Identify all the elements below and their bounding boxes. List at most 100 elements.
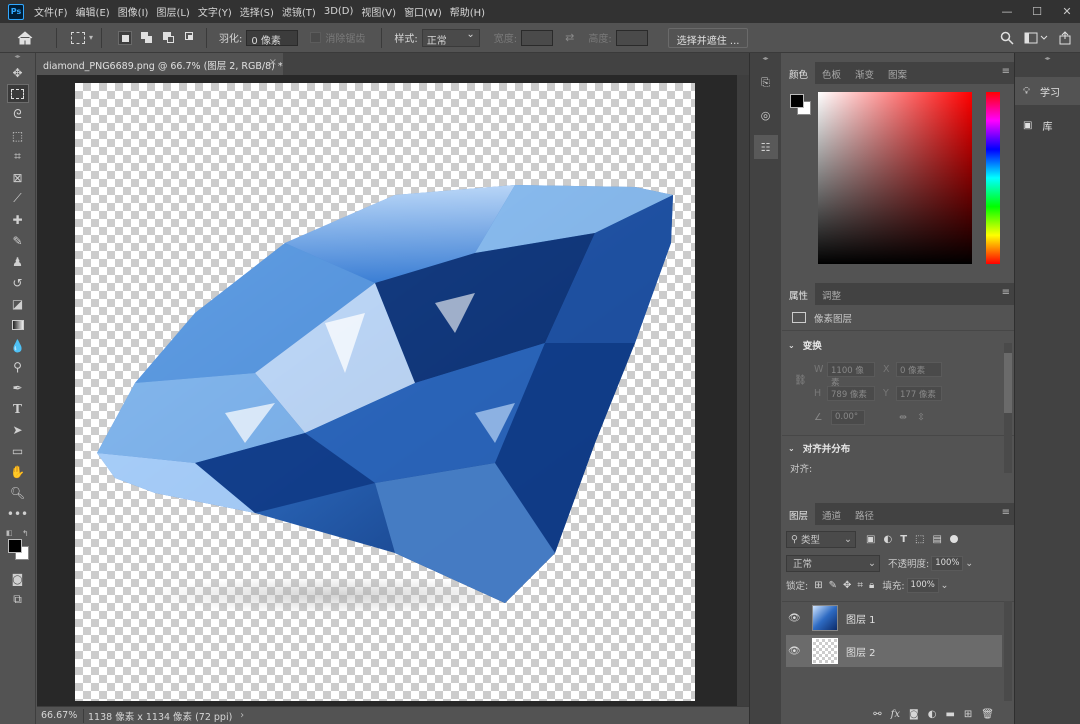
layer-name[interactable]: 图层 1 <box>846 611 876 626</box>
menu-layer[interactable]: 图层(L) <box>152 4 193 19</box>
feather-input[interactable]: 0 像素 <box>246 29 299 47</box>
tab-gradients[interactable]: 渐变 <box>848 62 881 84</box>
clone-stamp-tool-icon[interactable]: ♟ <box>7 252 29 271</box>
eye-icon[interactable]: 👁︎ <box>788 646 802 657</box>
antialias-checkbox[interactable] <box>310 32 322 43</box>
minimize-button[interactable]: — <box>1000 5 1014 19</box>
eye-icon[interactable]: 👁︎ <box>788 613 802 624</box>
rectangle-tool-icon[interactable]: ▭ <box>7 441 29 460</box>
menu-file[interactable]: 文件(F) <box>30 4 72 19</box>
panel-grip[interactable]: ◂▸ <box>0 53 35 61</box>
lock-all-icon[interactable]: 🔒︎ <box>869 580 874 591</box>
foreground-color-swatch[interactable] <box>8 539 22 553</box>
scrollbar-thumb[interactable] <box>1004 353 1012 413</box>
add-selection-icon[interactable] <box>140 31 154 45</box>
path-select-tool-icon[interactable]: ➤ <box>7 420 29 439</box>
zoom-level[interactable]: 66.67% <box>41 710 83 721</box>
menu-3d[interactable]: 3D(D) <box>320 6 358 17</box>
libraries-panel-button[interactable]: ▣ 库 <box>1015 111 1080 139</box>
screen-mode-icon[interactable]: ⧉ <box>7 590 29 609</box>
workspace-switcher-icon[interactable] <box>1024 31 1048 45</box>
panel-grip[interactable]: ◂▸ <box>1015 55 1080 63</box>
object-select-tool-icon[interactable]: ⬚ <box>7 126 29 145</box>
healing-brush-tool-icon[interactable]: ✚ <box>7 210 29 229</box>
flip-horizontal-icon[interactable]: ⇹ <box>899 412 907 423</box>
tab-adjustments[interactable]: 调整 <box>815 283 848 305</box>
chevron-down-icon[interactable]: ⌄ <box>788 444 795 453</box>
canvas-workspace[interactable] <box>37 75 749 706</box>
new-selection-icon[interactable] <box>118 30 133 45</box>
angle-field[interactable]: 0.00° <box>831 409 865 425</box>
search-icon[interactable] <box>1000 31 1014 45</box>
flip-vertical-icon[interactable]: ⇳ <box>917 412 925 423</box>
learn-panel-button[interactable]: 💡︎ 学习 <box>1015 77 1080 105</box>
menu-help[interactable]: 帮助(H) <box>446 4 489 19</box>
opacity-input[interactable]: 100% <box>931 555 964 571</box>
maximize-button[interactable]: ☐ <box>1030 5 1044 19</box>
history-brush-tool-icon[interactable]: ↺ <box>7 273 29 292</box>
menu-filter[interactable]: 滤镜(T) <box>278 4 320 19</box>
filter-smart-object-icon[interactable]: ▤ <box>932 534 941 545</box>
y-field[interactable]: 177 像素 <box>896 385 942 401</box>
layer-filter-select[interactable]: ⚲ 类型 ⌄ <box>786 530 856 548</box>
navigator-panel-icon[interactable]: ◎ <box>754 103 778 127</box>
panel-foreground-swatch[interactable] <box>790 94 804 108</box>
tab-layers[interactable]: 图层 <box>782 503 816 525</box>
menu-select[interactable]: 选择(S) <box>236 4 278 19</box>
menu-view[interactable]: 视图(V) <box>357 4 400 19</box>
swap-colors-icon[interactable]: ↰ <box>22 529 29 538</box>
layer-name[interactable]: 图层 2 <box>846 644 876 659</box>
saturation-brightness-field[interactable] <box>818 92 972 264</box>
close-window-button[interactable]: ✕ <box>1060 5 1074 19</box>
status-arrow-icon[interactable]: › <box>240 710 244 721</box>
filter-pixel-icon[interactable]: ▣ <box>866 534 875 545</box>
home-icon[interactable] <box>16 29 34 47</box>
swap-dimensions-icon[interactable]: ⇄ <box>565 31 574 44</box>
image-canvas[interactable] <box>75 83 695 701</box>
delete-layer-icon[interactable]: 🗑︎ <box>981 709 994 720</box>
zoom-tool-icon[interactable]: 🔍︎ <box>7 483 29 502</box>
chevron-down-icon[interactable]: ▾ <box>89 33 93 42</box>
dodge-tool-icon[interactable]: ⚲ <box>7 357 29 376</box>
filter-adjustment-icon[interactable]: ◐ <box>883 534 892 545</box>
menu-window[interactable]: 窗口(W) <box>400 4 446 19</box>
chevron-down-icon[interactable]: ⌄ <box>941 580 949 591</box>
tab-channels[interactable]: 通道 <box>815 503 848 525</box>
eyedropper-tool-icon[interactable]: ⟋ <box>7 189 29 208</box>
lasso-tool-icon[interactable]: ᘓ <box>7 105 29 124</box>
width-field[interactable]: 1100 像素 <box>827 361 875 388</box>
quick-mask-icon[interactable]: ◙ <box>7 569 29 588</box>
select-and-mask-button[interactable]: 选择并遮住 ... <box>667 27 749 48</box>
type-tool-icon[interactable]: T <box>7 399 29 418</box>
link-layers-icon[interactable]: ⚯ <box>873 709 881 720</box>
frame-tool-icon[interactable]: ⊠ <box>7 168 29 187</box>
document-tab[interactable]: diamond_PNG6689.png @ 66.7% (图层 2, RGB/8… <box>37 53 283 75</box>
chevron-down-icon[interactable]: ⌄ <box>965 558 973 569</box>
blend-mode-select[interactable]: 正常 ⌄ <box>786 554 880 572</box>
layer-row[interactable]: 👁︎ 图层 1 <box>786 602 1002 634</box>
hue-slider[interactable] <box>986 92 1000 264</box>
adjustment-layer-icon[interactable]: ◐ <box>928 709 937 720</box>
panel-grip[interactable]: ◂▸ <box>750 55 781 63</box>
properties-scrollbar[interactable] <box>1004 343 1012 473</box>
chevron-down-icon[interactable]: ⌄ <box>788 341 795 350</box>
new-group-icon[interactable]: ▬ <box>945 709 954 720</box>
brush-settings-panel-icon[interactable]: ☷ <box>753 135 778 159</box>
rect-marquee-preset-icon[interactable] <box>71 31 85 44</box>
share-icon[interactable] <box>1058 31 1072 45</box>
tab-color[interactable]: 颜色 <box>782 62 816 84</box>
filter-toggle-icon[interactable] <box>949 535 958 543</box>
layer-row-selected[interactable]: 👁︎ 图层 2 <box>786 635 1002 667</box>
filter-shape-icon[interactable]: ⬚ <box>915 534 924 545</box>
lock-artboard-icon[interactable]: ⌗ <box>857 580 863 591</box>
canvas-scrollbar[interactable] <box>737 75 749 706</box>
x-field[interactable]: 0 像素 <box>896 361 942 377</box>
crop-tool-icon[interactable]: ⌗ <box>7 147 29 166</box>
hand-tool-icon[interactable]: ✋ <box>7 462 29 481</box>
style-select[interactable]: 正常 <box>421 28 480 47</box>
filter-type-icon[interactable]: T <box>900 534 907 545</box>
lock-position-icon[interactable]: ✥ <box>843 580 851 591</box>
menu-image[interactable]: 图像(I) <box>114 4 153 19</box>
color-swatches[interactable]: ◧ ↰ <box>0 529 35 563</box>
rect-marquee-tool-icon[interactable] <box>6 84 29 103</box>
